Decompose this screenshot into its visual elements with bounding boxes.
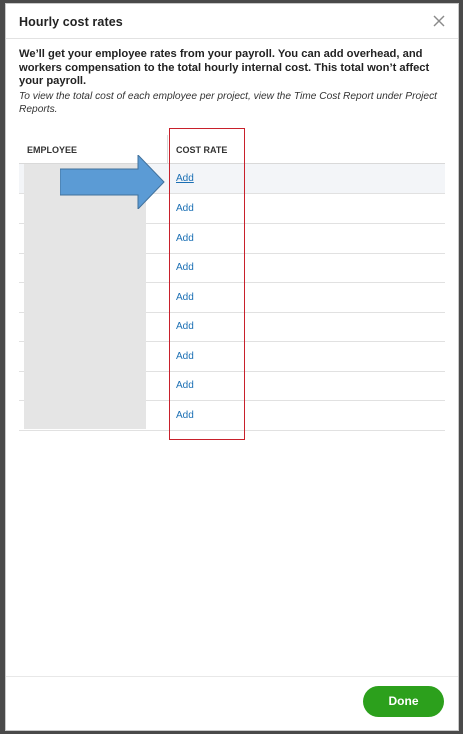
arrow-annotation	[60, 155, 165, 209]
dialog-title: Hourly cost rates	[19, 15, 123, 29]
title-divider	[6, 38, 458, 39]
app-backdrop: Hourly cost rates We’ll get your employe…	[0, 0, 463, 734]
column-header-employee: EMPLOYEE	[27, 145, 78, 155]
done-button[interactable]: Done	[363, 686, 444, 717]
cost-rate-highlight-box	[169, 128, 245, 440]
footer-divider	[6, 676, 458, 677]
dialog-note: To view the total cost of each employee …	[19, 91, 437, 115]
dialog-description: We’ll get your employee rates from your …	[19, 48, 430, 87]
close-icon[interactable]	[431, 13, 447, 29]
hourly-cost-rates-dialog: Hourly cost rates We’ll get your employe…	[5, 3, 459, 731]
